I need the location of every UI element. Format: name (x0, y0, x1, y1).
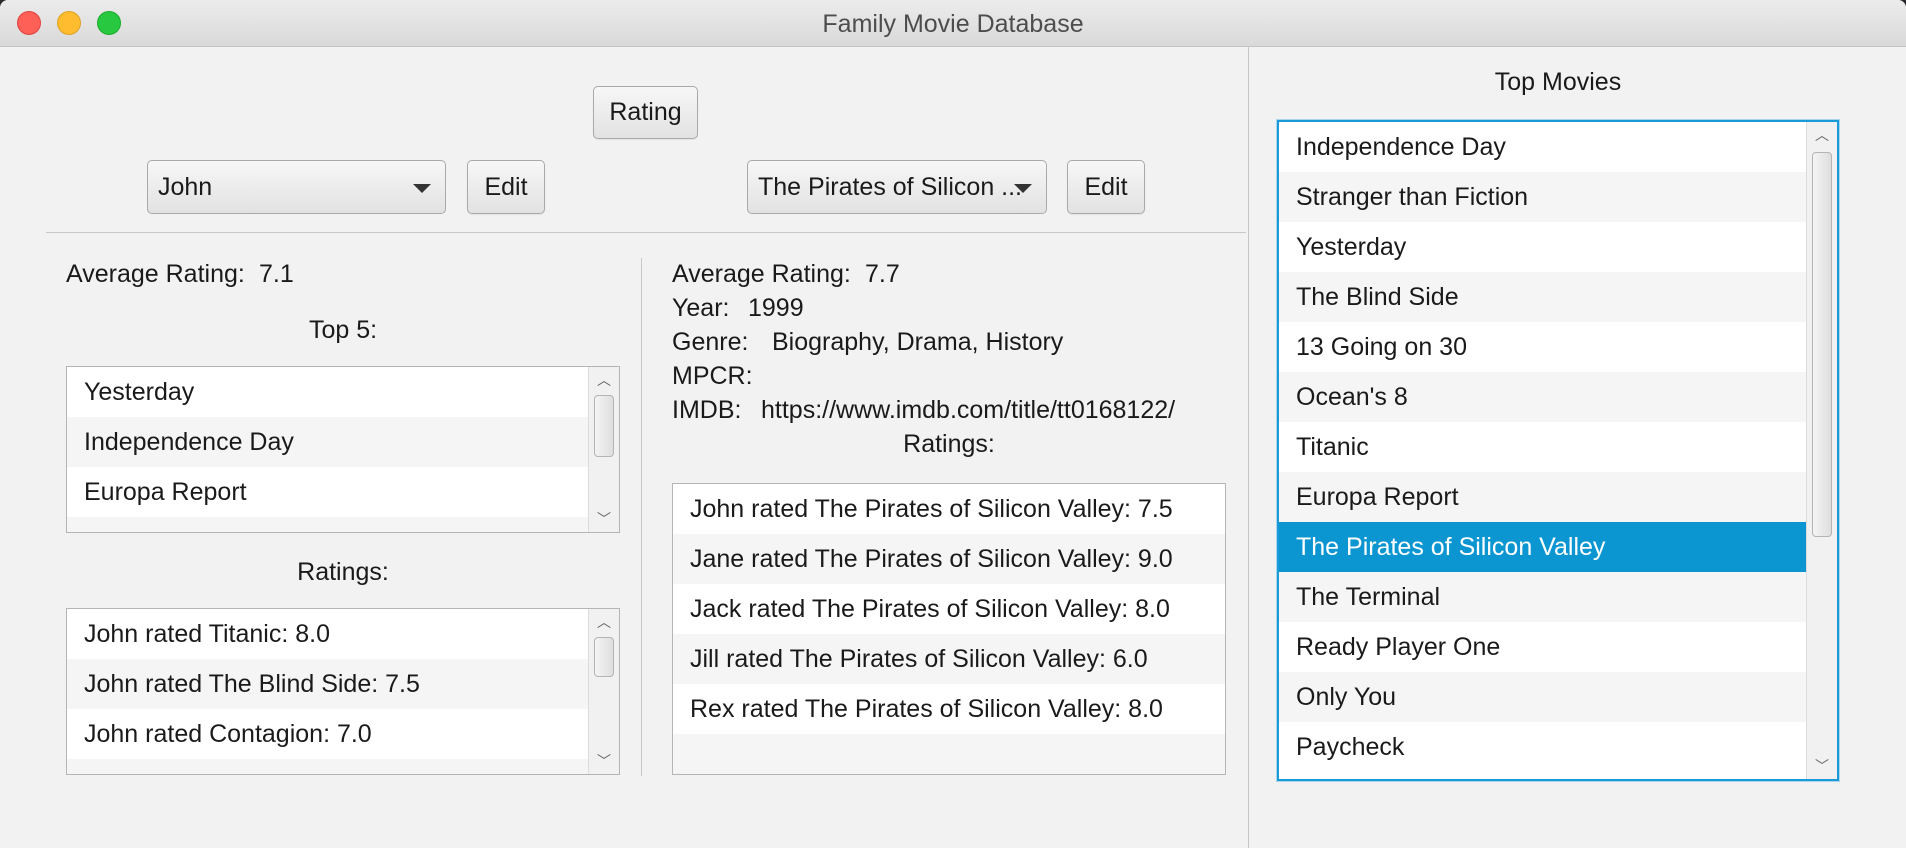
list-item-partial (67, 759, 619, 774)
user-ratings-list[interactable]: John rated Titanic: 8.0 John rated The B… (66, 608, 620, 775)
scroll-down-icon[interactable]: ﹀ (1807, 753, 1837, 779)
scroll-up-icon[interactable]: ︿ (1807, 122, 1837, 148)
user-select-value: John (158, 173, 213, 201)
movie-ratings-list[interactable]: John rated The Pirates of Silicon Valley… (672, 483, 1226, 775)
list-item[interactable]: The Blind Side (1279, 272, 1807, 322)
top5-scrollbar[interactable]: ︿ ﹀ (588, 367, 619, 532)
list-item[interactable]: John rated The Pirates of Silicon Valley… (673, 484, 1225, 534)
user-average-value: 7.1 (259, 260, 294, 288)
list-item[interactable]: Jill rated The Pirates of Silicon Valley… (673, 634, 1225, 684)
scroll-up-icon[interactable]: ︿ (589, 367, 619, 393)
movie-average-value: 7.7 (865, 260, 900, 288)
list-item[interactable]: John rated Contagion: 7.0 (67, 709, 619, 759)
list-item[interactable]: Ocean's 8 (1279, 372, 1807, 422)
list-item[interactable]: The Terminal (1279, 572, 1807, 622)
scroll-thumb[interactable] (594, 637, 614, 677)
scroll-thumb[interactable] (1812, 152, 1832, 537)
title-bar: Family Movie Database (0, 0, 1906, 47)
top-movies-heading: Top Movies (1494, 68, 1622, 96)
user-ratings-scrollbar[interactable]: ︿ ﹀ (588, 609, 619, 774)
top5-list[interactable]: Yesterday Independence Day Europa Report… (66, 366, 620, 533)
genre-value: Biography, Drama, History (772, 328, 1064, 356)
panel-divider (641, 258, 642, 776)
chevron-down-icon (1014, 184, 1032, 193)
list-item[interactable]: 13 Going on 30 (1279, 322, 1807, 372)
window-title: Family Movie Database (822, 10, 1084, 38)
list-item[interactable]: Jane rated The Pirates of Silicon Valley… (673, 534, 1225, 584)
list-item[interactable]: John rated Titanic: 8.0 (67, 609, 619, 659)
genre-label: Genre: (672, 328, 749, 356)
movie-select-value: The Pirates of Silicon ... (758, 173, 1023, 201)
list-item[interactable]: Yesterday (1279, 222, 1807, 272)
rating-button[interactable]: Rating (593, 86, 698, 139)
list-item[interactable]: Titanic (1279, 422, 1807, 472)
edit-user-button[interactable]: Edit (467, 160, 545, 214)
app-window: Family Movie Database Rating John Edit T… (0, 0, 1906, 848)
list-item[interactable]: Europa Report (1279, 472, 1807, 522)
top-movies-rows: Independence Day Stranger than Fiction Yes… (1279, 122, 1837, 772)
list-item-partial (67, 517, 619, 532)
list-item[interactable]: Yesterday (67, 367, 619, 417)
user-average-label: Average Rating: (66, 260, 245, 288)
horizontal-divider (46, 232, 1246, 233)
list-item[interactable]: Only You (1279, 672, 1807, 722)
movie-select[interactable]: The Pirates of Silicon ... (747, 160, 1047, 214)
movie-average-label: Average Rating: (672, 260, 851, 288)
top-movies-list[interactable]: Independence Day Stranger than Fiction Yes… (1277, 120, 1839, 781)
mpcr-label: MPCR: (672, 362, 753, 390)
edit-movie-button[interactable]: Edit (1067, 160, 1145, 214)
year-value: 1999 (748, 294, 804, 322)
top5-heading: Top 5: (308, 316, 378, 344)
scroll-down-icon[interactable]: ﹀ (589, 506, 619, 532)
scroll-up-icon[interactable]: ︿ (589, 609, 619, 635)
imdb-label: IMDB: (672, 396, 742, 424)
list-item[interactable]: Independence Day (1279, 122, 1807, 172)
list-item[interactable]: Jack rated The Pirates of Silicon Valley… (673, 584, 1225, 634)
chevron-down-icon (413, 184, 431, 193)
split-divider[interactable] (1248, 46, 1249, 848)
list-item-selected[interactable]: The Pirates of Silicon Valley (1279, 522, 1807, 572)
year-label: Year: (672, 294, 730, 322)
user-ratings-heading: Ratings: (297, 558, 389, 586)
top-movies-scrollbar[interactable]: ︿ ﹀ (1806, 122, 1837, 779)
list-item[interactable]: Europa Report (67, 467, 619, 517)
user-select[interactable]: John (147, 160, 446, 214)
list-item[interactable]: John rated The Blind Side: 7.5 (67, 659, 619, 709)
list-item-empty (673, 734, 1225, 774)
scroll-thumb[interactable] (594, 395, 614, 457)
list-item[interactable]: Paycheck (1279, 722, 1807, 772)
list-item[interactable]: Rex rated The Pirates of Silicon Valley:… (673, 684, 1225, 734)
movie-ratings-heading: Ratings: (903, 430, 995, 458)
list-item[interactable]: Ready Player One (1279, 622, 1807, 672)
scroll-down-icon[interactable]: ﹀ (589, 748, 619, 774)
list-item[interactable]: Stranger than Fiction (1279, 172, 1807, 222)
imdb-link[interactable]: https://www.imdb.com/title/tt0168122/ (761, 396, 1175, 425)
list-item[interactable]: Independence Day (67, 417, 619, 467)
